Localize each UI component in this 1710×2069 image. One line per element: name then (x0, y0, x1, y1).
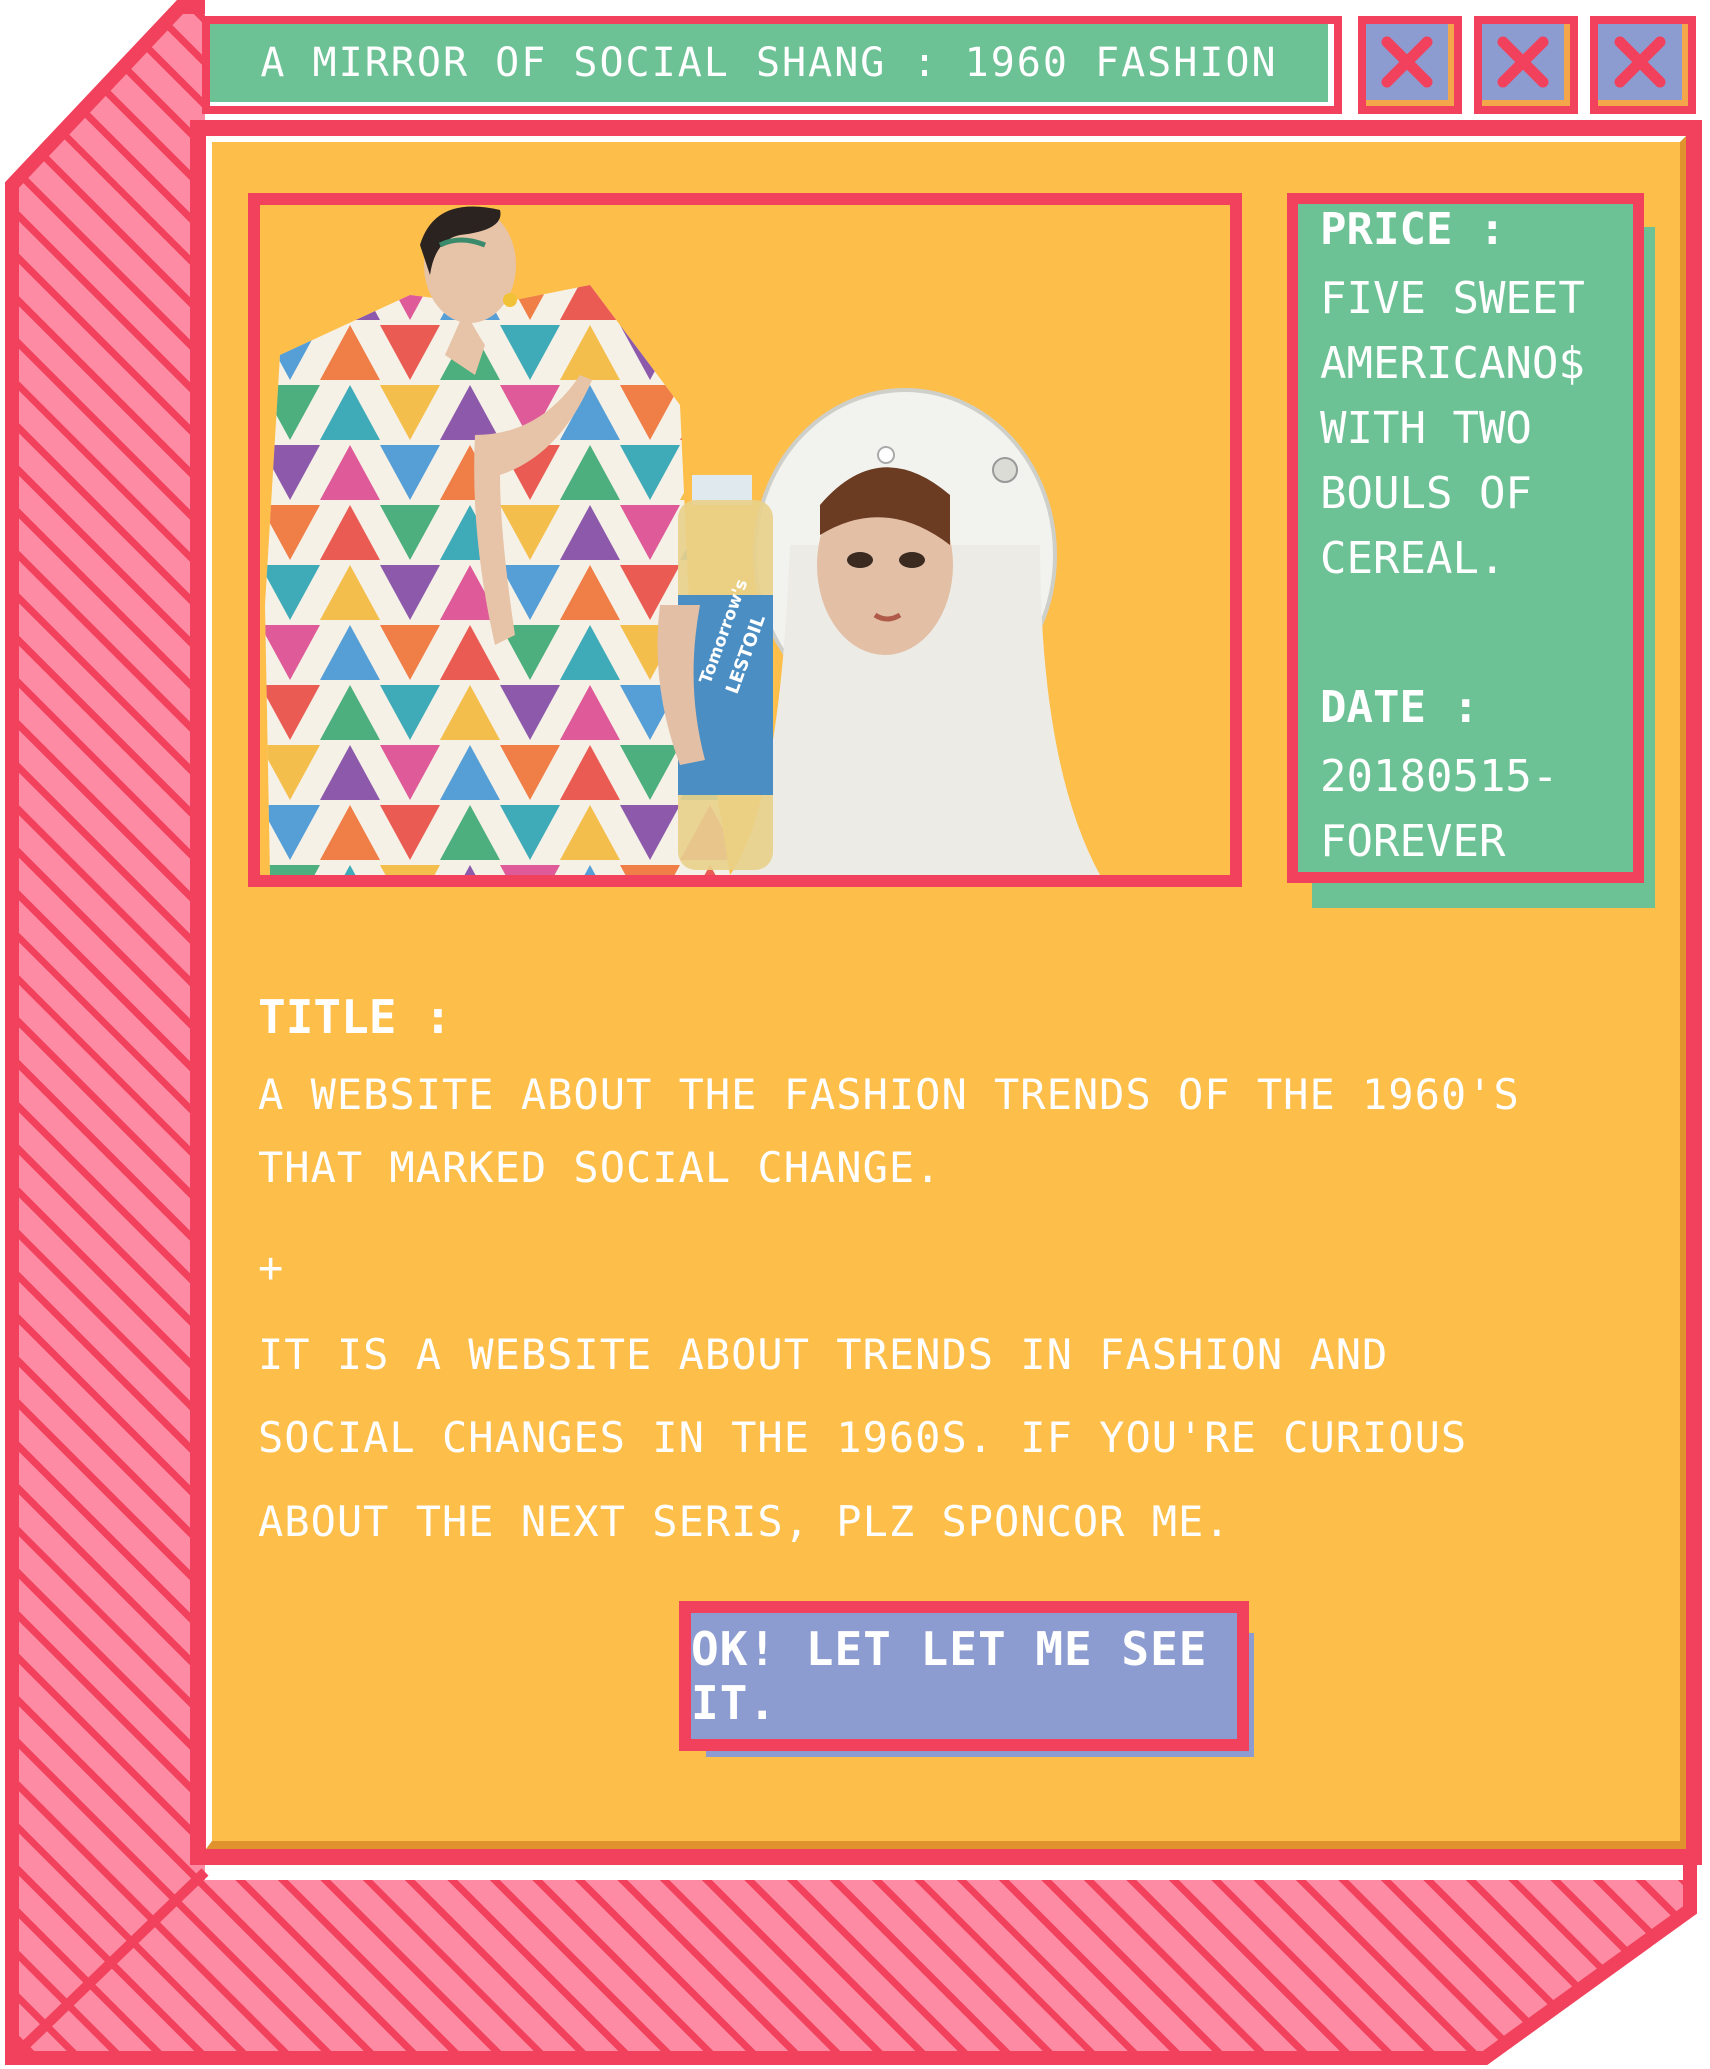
window-title: A MIRROR OF SOCIAL SHANG : 1960 FASHION (260, 40, 1278, 86)
window-control-button-3[interactable] (1590, 16, 1696, 114)
date-line: FOREVER (1320, 816, 1506, 867)
window-control-button-1[interactable] (1358, 16, 1462, 114)
close-icon (1614, 36, 1666, 88)
separator-plus: + (258, 1243, 285, 1292)
body-line: SOCIAL CHANGES IN THE 1960S. IF YOU'RE C… (258, 1413, 1468, 1462)
price-line: BOULS OF (1320, 468, 1532, 519)
see-it-button[interactable]: OK! LET LET ME SEE IT. (679, 1601, 1249, 1751)
body-line: IT IS A WEBSITE ABOUT TRENDS IN FASHION … (258, 1330, 1389, 1379)
title-label: TITLE : (258, 990, 452, 1044)
frame-side-panel (12, 7, 205, 2058)
date-line: 20180515- (1320, 751, 1559, 802)
price-line: CEREAL. (1320, 533, 1506, 584)
fashion-collage-image: Tomorrow's LESTOIL (260, 205, 1230, 875)
close-icon (1497, 36, 1549, 88)
close-icon (1381, 36, 1433, 88)
frame-bottom-panel (12, 1880, 1690, 2058)
title-line: A WEBSITE ABOUT THE FASHION TRENDS OF TH… (258, 1070, 1520, 1119)
price-line: FIVE SWEET (1320, 273, 1585, 324)
info-panel: PRICE : FIVE SWEET AMERICANO$ WITH TWO B… (1287, 193, 1644, 883)
date-label: DATE : (1320, 682, 1479, 733)
body-line: ABOUT THE NEXT SERIS, PLZ SPONCOR ME. (258, 1497, 1231, 1546)
window-control-button-2[interactable] (1474, 16, 1578, 114)
date-value: 20180515- FOREVER (1320, 744, 1633, 872)
price-line: AMERICANO$ (1320, 338, 1585, 389)
title-line: THAT MARKED SOCIAL CHANGE. (258, 1143, 942, 1192)
price-label: PRICE : (1320, 204, 1506, 255)
window-titlebar[interactable]: A MIRROR OF SOCIAL SHANG : 1960 FASHION (202, 16, 1342, 114)
see-it-button-label: OK! LET LET ME SEE IT. (691, 1613, 1237, 1739)
price-line: WITH TWO (1320, 403, 1532, 454)
collage-image-frame: Tomorrow's LESTOIL (248, 193, 1242, 887)
price-value: FIVE SWEET AMERICANO$ WITH TWO BOULS OF … (1320, 266, 1633, 591)
